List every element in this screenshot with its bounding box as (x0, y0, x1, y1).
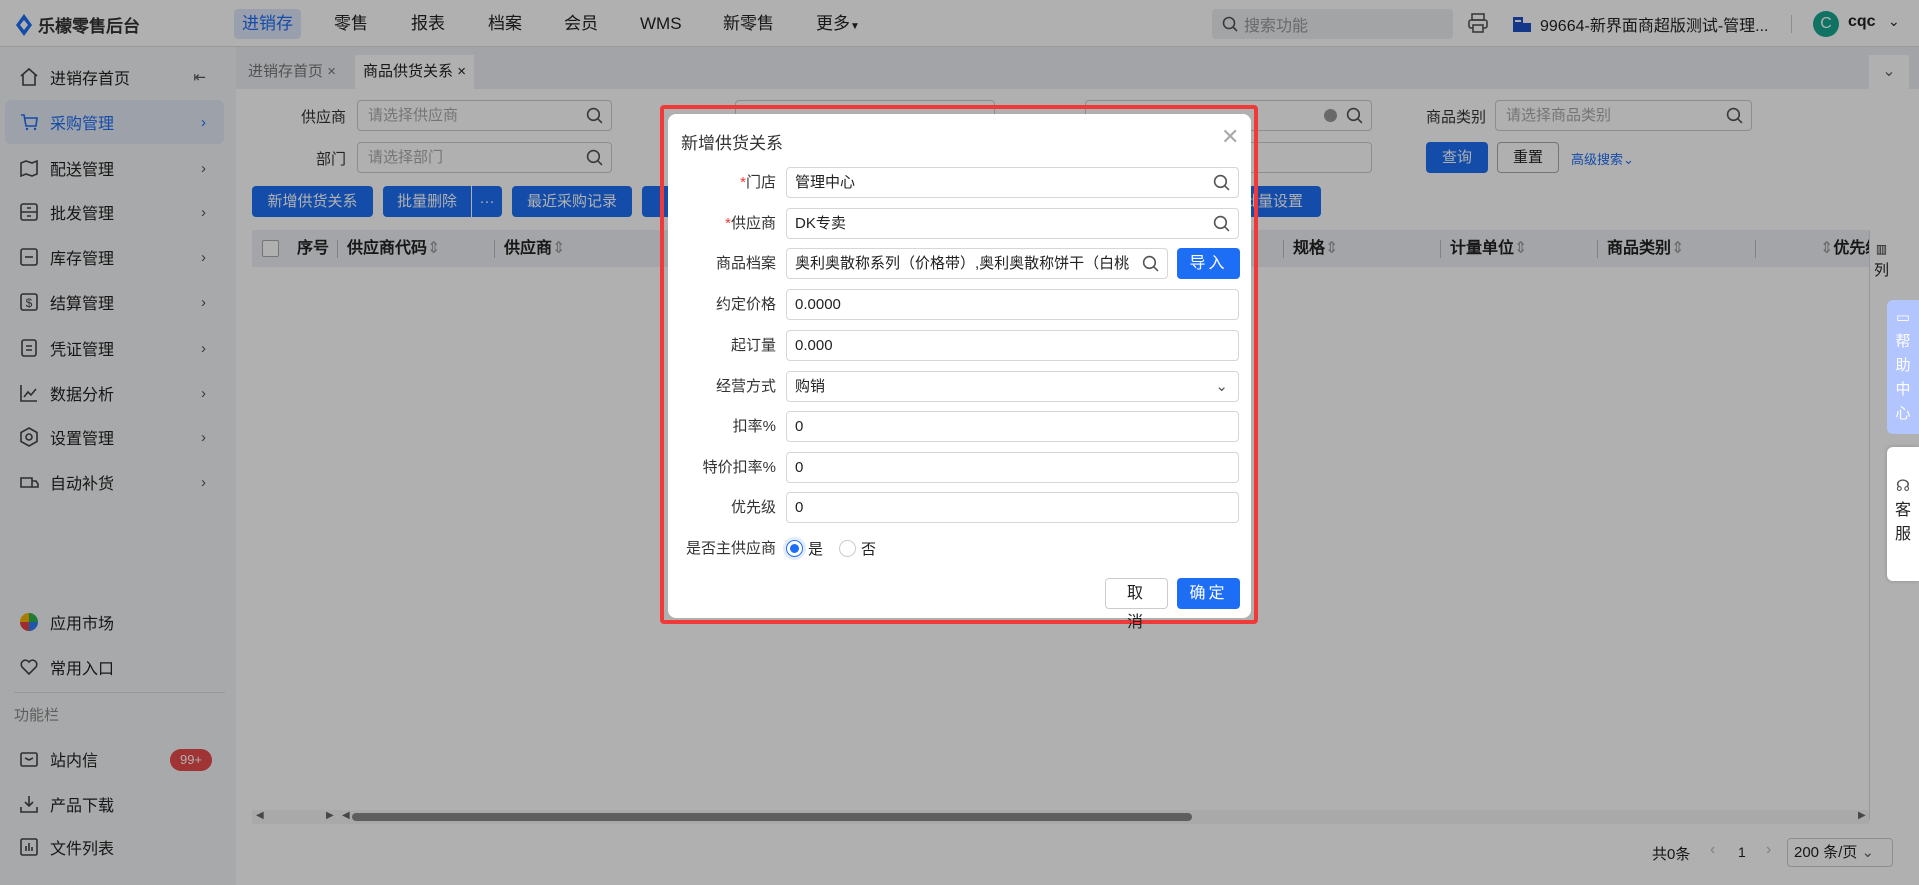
import-button[interactable]: 导入 (1177, 248, 1240, 279)
main-supplier-field: 是否主供应商 是 否 (668, 533, 1251, 564)
priority-input[interactable]: 0 (786, 492, 1239, 523)
special-discount-input[interactable]: 0 (786, 452, 1239, 483)
search-icon[interactable] (1142, 255, 1159, 272)
confirm-button[interactable]: 确定 (1177, 578, 1240, 609)
business-mode-field: 经营方式 购销 ⌄ (668, 371, 1251, 402)
special-discount-field: 特价扣率% 0 (668, 452, 1251, 483)
dialog-title: 新增供货关系 (681, 134, 783, 153)
priority-field: 优先级 0 (668, 492, 1251, 523)
headset-icon: ☊ (1895, 478, 1911, 495)
chevron-down-icon: ⌄ (1215, 378, 1228, 395)
add-supply-relation-dialog: 新增供货关系 ✕ *门店 管理中心 *供应商 DK专卖 商品档案 奥利奥散称系列（价格… (668, 114, 1251, 631)
radio-yes[interactable] (786, 540, 803, 557)
customer-service-button[interactable]: ☊ 客服 (1887, 447, 1919, 581)
supplier-field: *供应商 DK专卖 (668, 208, 1251, 239)
discount-input[interactable]: 0 (786, 411, 1239, 442)
product-input[interactable]: 奥利奥散称系列（价格带）,奥利奥散称饼干（白桃 (786, 248, 1168, 279)
help-center-button[interactable]: ▭ 帮助中心 (1887, 300, 1919, 434)
main-supplier-radio-group: 是 否 (786, 533, 876, 564)
cancel-button[interactable]: 取消 (1105, 578, 1168, 631)
search-icon[interactable] (1213, 215, 1230, 232)
discount-field: 扣率% 0 (668, 411, 1251, 442)
search-icon[interactable] (1213, 174, 1230, 191)
store-input[interactable]: 管理中心 (786, 167, 1239, 198)
chat-icon: ▭ (1895, 309, 1911, 326)
radio-no[interactable] (839, 540, 857, 557)
min-order-field: 起订量 0.000 (668, 330, 1251, 361)
store-field: *门店 管理中心 (668, 167, 1251, 198)
business-mode-select[interactable]: 购销 ⌄ (786, 371, 1239, 402)
supplier-input[interactable]: DK专卖 (786, 208, 1239, 239)
product-field: 商品档案 奥利奥散称系列（价格带）,奥利奥散称饼干（白桃 导入 (668, 248, 1251, 279)
min-order-input[interactable]: 0.000 (786, 330, 1239, 361)
price-field: 约定价格 0.0000 (668, 289, 1251, 320)
price-input[interactable]: 0.0000 (786, 289, 1239, 320)
close-icon[interactable]: ✕ (1221, 124, 1239, 150)
